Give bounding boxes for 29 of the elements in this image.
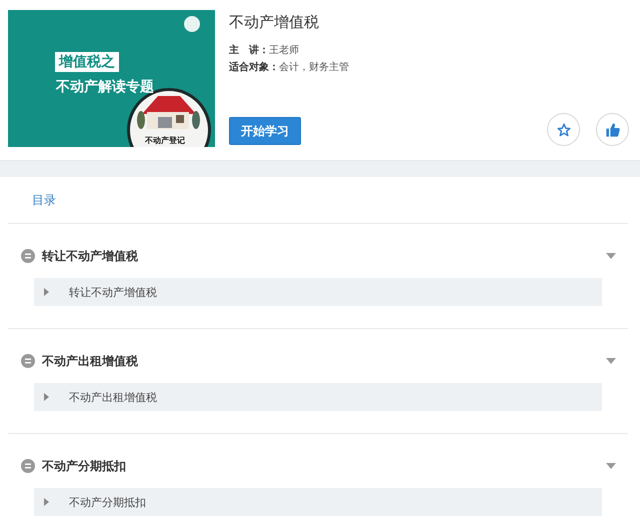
caret-icon[interactable] [606, 463, 616, 469]
caret-icon [44, 393, 49, 401]
favorite-button[interactable] [547, 113, 580, 146]
chapter-title: 转让不动产增值税 [42, 248, 139, 264]
start-button[interactable]: 开始学习 [229, 117, 301, 145]
meta-value: 会计，财务主管 [279, 62, 349, 73]
meta-label: 主 讲： [229, 45, 269, 56]
caret-icon[interactable] [606, 358, 616, 364]
chapter-title: 不动产分期抵扣 [42, 458, 127, 474]
chapter-icon [21, 459, 35, 473]
cover-subtitle: 不动产解读专题 [56, 78, 154, 96]
thumbs-up-icon [604, 122, 620, 138]
lesson-item[interactable]: 不动产出租增值税 [34, 383, 602, 411]
lesson-item[interactable]: 转让不动产增值税 [34, 278, 602, 306]
lesson-item[interactable]: 不动产分期抵扣 [34, 488, 602, 516]
caret-icon [44, 498, 49, 506]
star-icon [556, 122, 570, 136]
chapter-icon [21, 354, 35, 368]
cover-headline: 增值税之 [55, 52, 119, 72]
meta-label: 适合对象： [229, 62, 279, 73]
like-button[interactable] [596, 113, 629, 146]
course-title: 不动产增值税 [229, 13, 320, 32]
chapter-title: 不动产出租增值税 [42, 352, 139, 370]
caret-icon [44, 288, 49, 296]
meta-value: 王老师 [269, 45, 299, 56]
toc-tab[interactable]: 目录 [32, 192, 56, 209]
caret-icon[interactable] [606, 253, 616, 259]
cover-caption: 不动产登记 [145, 136, 185, 145]
chapter-icon [21, 249, 35, 263]
